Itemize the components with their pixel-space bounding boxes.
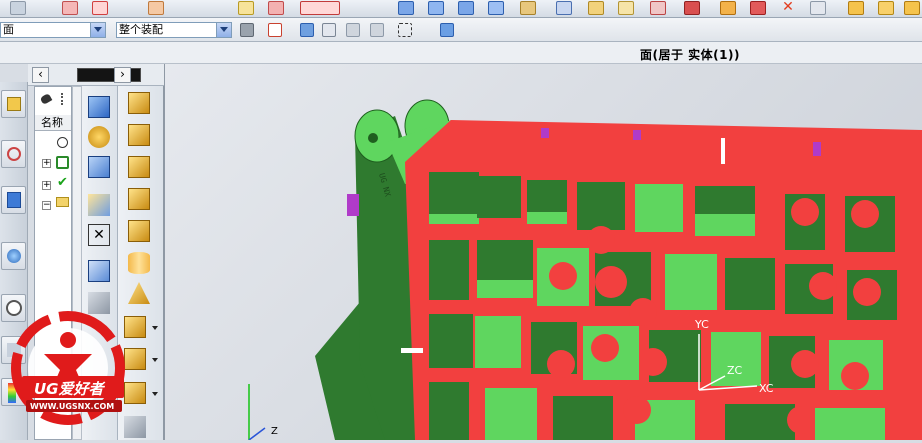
paint-icon[interactable] bbox=[720, 1, 736, 15]
trim-body-icon[interactable]: ✕ bbox=[88, 224, 110, 246]
spline-tool-icon[interactable] bbox=[300, 1, 340, 15]
view-iso-icon[interactable] bbox=[488, 1, 504, 15]
part-navigator-tab[interactable] bbox=[1, 186, 26, 214]
assembly-scope-dropdown[interactable]: 整个装配 bbox=[116, 22, 232, 38]
violet-slot bbox=[541, 128, 549, 138]
layer-icon[interactable] bbox=[588, 1, 604, 15]
absolute-axis-label-z: Z bbox=[271, 426, 278, 437]
render-shaded-icon[interactable] bbox=[520, 1, 536, 15]
arc-tool-icon[interactable] bbox=[62, 1, 78, 15]
assembly-icon bbox=[7, 97, 21, 111]
view-right-icon[interactable] bbox=[458, 1, 474, 15]
expand-right-button[interactable]: › bbox=[114, 67, 131, 83]
graphics-viewport[interactable]: UG NX YC ZC XC Z bbox=[164, 64, 922, 440]
sketch-tool-icon[interactable] bbox=[92, 1, 108, 15]
checkmark-icon[interactable]: ✔ bbox=[57, 175, 68, 190]
watermark-url: WWW.UGSNX.COM bbox=[30, 402, 114, 411]
collapse-node-icon[interactable]: − bbox=[42, 201, 51, 210]
part-ear-hole bbox=[368, 133, 378, 143]
globe-icon bbox=[7, 249, 21, 263]
white-slot bbox=[401, 348, 423, 353]
status-row: 面(居于 实体(1)) bbox=[0, 42, 922, 64]
part-icon bbox=[7, 192, 21, 208]
rectangle-select-dropdown-icon[interactable] bbox=[418, 23, 424, 37]
part-model[interactable]: UG NX YC ZC XC Z bbox=[165, 64, 922, 440]
section-icon[interactable] bbox=[750, 1, 766, 15]
chevron-down-icon[interactable] bbox=[216, 23, 231, 37]
expand-node-icon[interactable]: + bbox=[42, 181, 51, 190]
chevron-down-icon[interactable] bbox=[90, 23, 105, 37]
analysis-icon[interactable] bbox=[684, 1, 700, 15]
extrude-feature-icon[interactable] bbox=[88, 156, 110, 178]
curve-tool-icon[interactable] bbox=[148, 1, 164, 15]
white-slot bbox=[721, 138, 725, 164]
selection-filter-bar: 面 整个装配 bbox=[0, 18, 922, 42]
snap-dropdown-icon[interactable] bbox=[286, 23, 292, 37]
navigator-resize-track[interactable] bbox=[77, 68, 141, 82]
selection-filter-value: 面 bbox=[3, 23, 14, 36]
ug-watermark-logo: UG爱好者 WWW.UGSNX.COM bbox=[0, 310, 160, 440]
line-tool-icon[interactable] bbox=[10, 1, 26, 15]
selection-status: 面(居于 实体(1)) bbox=[640, 48, 740, 62]
hole-feature-icon[interactable] bbox=[88, 260, 110, 282]
eraser-icon[interactable] bbox=[810, 1, 826, 15]
select-next-icon[interactable] bbox=[370, 23, 384, 37]
assembly-navigator-tab[interactable] bbox=[1, 90, 26, 118]
rectangle-select-icon[interactable] bbox=[398, 23, 412, 37]
wcs-label-yc: YC bbox=[694, 318, 709, 331]
collapse-left-button[interactable]: ‹ bbox=[32, 67, 49, 83]
snap-icon[interactable] bbox=[878, 1, 894, 15]
block-feature-icon[interactable] bbox=[88, 96, 110, 118]
undo-icon[interactable] bbox=[300, 23, 314, 37]
constraint-icon bbox=[7, 147, 21, 161]
constraint-navigator-tab[interactable] bbox=[1, 140, 26, 168]
offset-face-icon[interactable] bbox=[128, 156, 150, 178]
assembly-scope-value: 整个装配 bbox=[119, 23, 163, 36]
pin-icon[interactable] bbox=[39, 93, 53, 105]
wcs-label-xc: XC bbox=[759, 382, 774, 395]
violet-slot bbox=[633, 130, 641, 140]
absolute-triad bbox=[248, 384, 266, 440]
selection-filter-dropdown[interactable]: 面 bbox=[0, 22, 106, 38]
expand-node-icon[interactable]: + bbox=[42, 159, 51, 168]
view-front-icon[interactable] bbox=[398, 1, 414, 15]
watermark-brand: UG爱好者 bbox=[34, 380, 105, 398]
draft-feature-icon[interactable] bbox=[128, 124, 150, 146]
web-browser-tab[interactable] bbox=[1, 242, 26, 270]
column-header-name[interactable]: 名称 bbox=[35, 115, 71, 131]
shell-feature-icon[interactable] bbox=[128, 188, 150, 210]
clock-icon bbox=[57, 137, 68, 148]
top-toolbar: ✕ bbox=[0, 0, 922, 18]
watermark-emblem: UG爱好者 WWW.UGSNX.COM bbox=[11, 311, 125, 425]
thicken-feature-icon[interactable] bbox=[128, 220, 150, 242]
delete-cross-icon[interactable]: ✕ bbox=[780, 0, 796, 15]
help-icon[interactable] bbox=[904, 1, 920, 15]
measure-icon[interactable] bbox=[618, 1, 634, 15]
cone-feature-icon[interactable] bbox=[128, 282, 150, 304]
view-top-icon[interactable] bbox=[428, 1, 444, 15]
chamfer-feature-icon[interactable] bbox=[128, 92, 150, 114]
assembly-select-icon[interactable] bbox=[240, 23, 254, 37]
edit-curve-icon[interactable] bbox=[268, 1, 284, 15]
pad-feature-icon[interactable] bbox=[88, 194, 110, 216]
grid-icon[interactable] bbox=[650, 1, 666, 15]
navigator-header: ‹ › bbox=[28, 64, 164, 86]
folder-icon[interactable] bbox=[56, 197, 69, 207]
toolbar-dropdown-icon[interactable] bbox=[200, 1, 210, 15]
wcs-label-zc: ZC bbox=[727, 364, 743, 377]
select-previous-icon[interactable] bbox=[346, 23, 360, 37]
snap-point-icon[interactable] bbox=[268, 23, 282, 37]
render-wire-icon[interactable] bbox=[556, 1, 572, 15]
violet-slot bbox=[347, 194, 359, 216]
cylinder-feature-icon[interactable] bbox=[128, 252, 150, 274]
revolve-feature-icon[interactable] bbox=[88, 126, 110, 148]
navigator-options-icon[interactable] bbox=[61, 93, 67, 105]
violet-slot bbox=[813, 142, 821, 156]
deselect-icon[interactable] bbox=[322, 23, 336, 37]
assembly-node-icon[interactable] bbox=[56, 156, 69, 169]
fit-view-icon[interactable] bbox=[848, 1, 864, 15]
solid-body-icon[interactable] bbox=[440, 23, 454, 37]
point-tool-icon[interactable] bbox=[238, 1, 254, 15]
